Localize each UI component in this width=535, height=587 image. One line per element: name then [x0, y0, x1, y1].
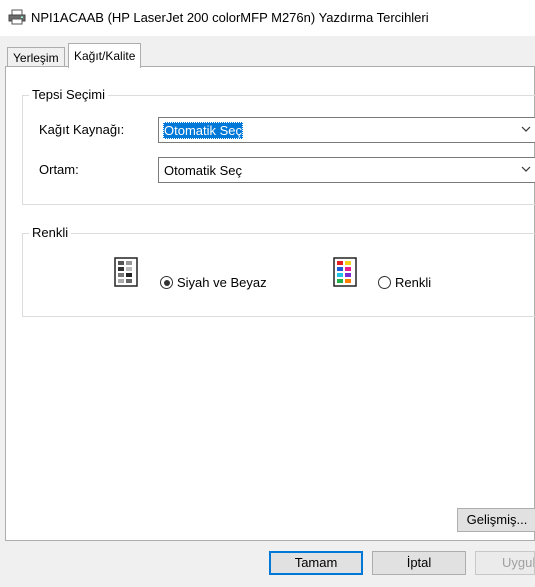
window-title: NPI1ACAAB (HP LaserJet 200 colorMFP M276… — [31, 10, 429, 25]
chevron-down-icon — [521, 126, 531, 132]
paper-source-value: Otomatik Seç — [163, 122, 244, 139]
bw-label: Siyah ve Beyaz — [177, 275, 267, 290]
color-label: Renkli — [395, 275, 432, 290]
bw-radio-option[interactable]: Siyah ve Beyaz — [160, 275, 267, 290]
tab-panel: Tepsi Seçimi Kağıt Kaynağı: Otomatik Seç… — [5, 66, 535, 541]
advanced-button[interactable]: Gelişmiş... — [457, 508, 535, 532]
tab-layout[interactable]: Yerleşim — [7, 47, 65, 67]
color-radio[interactable] — [378, 276, 391, 289]
color-radio-option[interactable]: Renkli — [378, 275, 431, 290]
tray-group-label: Tepsi Seçimi — [29, 87, 108, 103]
chevron-down-icon — [521, 166, 531, 172]
tray-selection-group: Tepsi Seçimi Kağıt Kaynağı: Otomatik Seç… — [22, 87, 535, 205]
grayscale-palette-icon — [114, 257, 138, 287]
color-palette-icon — [333, 257, 357, 287]
media-label: Ortam: — [39, 162, 79, 177]
media-dropdown[interactable]: Otomatik Seç — [158, 157, 535, 183]
ok-button[interactable]: Tamam — [269, 551, 363, 575]
paper-source-dropdown[interactable]: Otomatik Seç — [158, 117, 535, 143]
media-value: Otomatik Seç — [164, 163, 243, 178]
printer-icon — [8, 9, 26, 25]
title-bar: NPI1ACAAB (HP LaserJet 200 colorMFP M276… — [0, 0, 535, 36]
color-group: Renkli Siyah ve Beyaz Renkli — [22, 225, 535, 317]
bw-radio[interactable] — [160, 276, 173, 289]
cancel-button[interactable]: İptal — [372, 551, 466, 575]
paper-source-label: Kağıt Kaynağı: — [39, 122, 125, 137]
color-group-label: Renkli — [29, 225, 72, 241]
tab-paper-quality[interactable]: Kağıt/Kalite — [68, 43, 142, 68]
apply-button[interactable]: Uygula — [475, 551, 535, 575]
